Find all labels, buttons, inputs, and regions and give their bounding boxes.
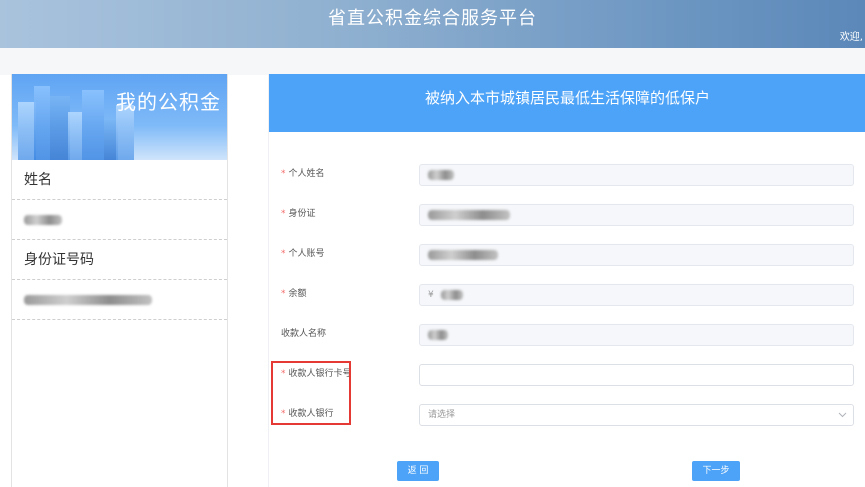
- field-label-payee: 收款人名称: [281, 326, 326, 342]
- next-button[interactable]: 下一步: [692, 461, 740, 481]
- chevron-down-icon: [838, 405, 847, 433]
- redacted-value: [428, 169, 454, 180]
- required-mark: *: [281, 249, 286, 259]
- top-header: 省直公积金综合服务平台 欢迎,: [0, 0, 865, 48]
- currency-prefix: ¥: [428, 290, 434, 300]
- platform-title: 省直公积金综合服务平台: [328, 8, 537, 29]
- form-panel: 被纳入本市城镇居民最低生活保障的低保户 * 个人姓名 * 身份证 * 个人账号 * 余额…: [268, 74, 865, 487]
- label-text: 个人账号: [288, 249, 325, 259]
- required-mark: *: [281, 209, 286, 219]
- redacted-value: [440, 289, 463, 300]
- balance-field: ¥: [419, 284, 854, 306]
- name-label: 姓名: [12, 160, 227, 200]
- redacted-value: [428, 329, 448, 340]
- building-graphic: [82, 90, 104, 160]
- name-value: [12, 200, 227, 240]
- field-label-balance: * 余额: [281, 286, 307, 302]
- id-value: [12, 280, 227, 320]
- welcome-text: 欢迎,: [839, 32, 863, 43]
- building-graphic: [68, 112, 82, 160]
- redacted-value: [428, 249, 498, 260]
- building-graphic: [34, 86, 50, 160]
- name-field: [419, 164, 854, 186]
- redacted-id: [24, 295, 152, 305]
- field-label-account: * 个人账号: [281, 246, 325, 262]
- label-text: 个人姓名: [288, 169, 325, 179]
- bank-select[interactable]: 请选择: [419, 404, 854, 426]
- id-label: 身份证号码: [12, 240, 227, 280]
- form-title: 被纳入本市城镇居民最低生活保障的低保户: [269, 74, 865, 132]
- banner-title: 我的公积金: [116, 90, 221, 114]
- bank-card-input[interactable]: [419, 364, 854, 386]
- building-graphic: [50, 96, 70, 160]
- redacted-value: [428, 209, 510, 220]
- sidebar-panel: 我的公积金 姓名 身份证号码: [11, 74, 228, 487]
- bank-select-placeholder: 请选择: [428, 410, 456, 420]
- payee-name-field: [419, 324, 854, 346]
- required-mark: *: [281, 169, 286, 179]
- required-mark: *: [281, 289, 286, 299]
- label-text: 身份证: [288, 209, 316, 219]
- back-button[interactable]: 返 回: [397, 461, 439, 481]
- id-field: [419, 204, 854, 226]
- label-text: 收款人名称: [281, 329, 327, 339]
- highlight-box: [271, 361, 351, 425]
- header-spacer: [0, 48, 865, 75]
- label-text: 余额: [288, 289, 307, 299]
- account-field: [419, 244, 854, 266]
- redacted-name: [24, 215, 62, 225]
- field-label-id: * 身份证: [281, 206, 316, 222]
- sidebar-banner: 我的公积金: [12, 74, 227, 160]
- field-label-name: * 个人姓名: [281, 166, 325, 182]
